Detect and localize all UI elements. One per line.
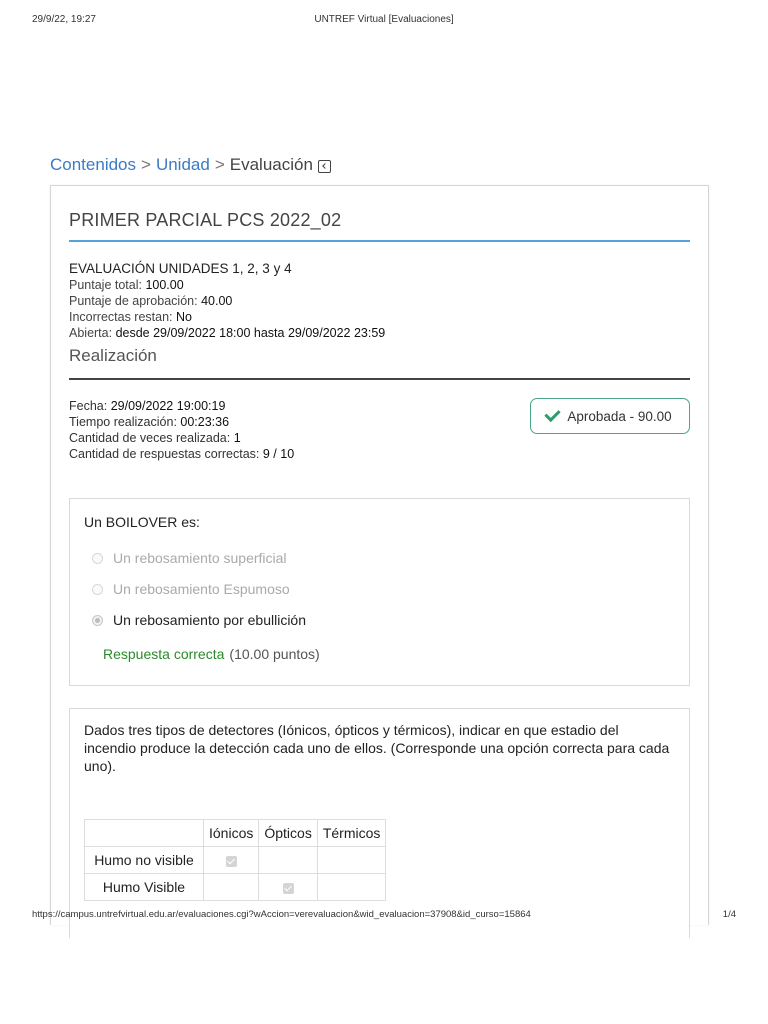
question-1-option-2[interactable]: Un rebosamiento Espumoso xyxy=(92,581,290,597)
table-cell[interactable] xyxy=(202,873,260,901)
table-cell[interactable] xyxy=(316,846,387,874)
question-1-option-3[interactable]: Un rebosamiento por ebullición xyxy=(92,612,306,628)
checkbox-checked-icon[interactable] xyxy=(282,882,294,894)
table-cell[interactable] xyxy=(258,873,318,901)
total-score-label: Puntaje total: xyxy=(69,278,142,292)
table-header-row: Iónicos Ópticos Térmicos xyxy=(84,819,387,847)
breadcrumb-current: Evaluación xyxy=(229,155,313,174)
attempt-time-label: Tiempo realización: xyxy=(69,415,177,429)
pass-score-row: Puntaje de aprobación: 40.00 xyxy=(69,293,385,309)
breadcrumb: Contenidos > Unidad > Evaluación xyxy=(50,155,331,175)
row-label: Humo Visible xyxy=(84,873,204,901)
table-row: Humo no visible xyxy=(84,846,387,874)
attempt-times-label: Cantidad de veces realizada: xyxy=(69,431,231,445)
print-title: UNTREF Virtual [Evaluaciones] xyxy=(314,14,454,25)
pass-score-label: Puntaje de aprobación: xyxy=(69,294,198,308)
evaluation-card: PRIMER PARCIAL PCS 2022_02 EVALUACIÓN UN… xyxy=(50,185,709,938)
option-label: Un rebosamiento superficial xyxy=(113,550,287,566)
wrong-subtract-value: No xyxy=(176,310,192,324)
table-cell[interactable] xyxy=(202,846,260,874)
attempt-correct-label: Cantidad de respuestas correctas: xyxy=(69,447,260,461)
column-header: Ópticos xyxy=(258,819,318,847)
attempt-correct-value: 9 / 10 xyxy=(262,447,295,461)
question-1: Un BOILOVER es: Un rebosamiento superfic… xyxy=(69,498,690,686)
question-2: Dados tres tipos de detectores (Iónicos,… xyxy=(69,708,690,938)
attempt-times-value: 1 xyxy=(233,431,241,445)
matching-table: Iónicos Ópticos Térmicos Humo no visible… xyxy=(84,819,387,901)
table-cell[interactable] xyxy=(258,846,318,874)
radio-checked-icon[interactable] xyxy=(92,614,103,626)
pass-score-value: 40.00 xyxy=(201,294,233,308)
total-score-row: Puntaje total: 100.00 xyxy=(69,277,385,293)
attempt-date-value: 29/09/2022 19:00:19 xyxy=(110,399,226,413)
breadcrumb-separator: > xyxy=(141,155,151,174)
open-row: Abierta: desde 29/09/2022 18:00 hasta 29… xyxy=(69,325,385,341)
print-header: 29/9/22, 19:27 UNTREF Virtual [Evaluacio… xyxy=(0,14,768,28)
radio-unchecked-icon[interactable] xyxy=(92,583,103,595)
column-header: Térmicos xyxy=(316,819,387,847)
status-badge: Aprobada - 90.00 xyxy=(530,398,690,434)
table-row: Humo Visible xyxy=(84,873,387,901)
print-page-number: 1/4 xyxy=(722,909,736,920)
exam-title: PRIMER PARCIAL PCS 2022_02 xyxy=(69,210,342,230)
open-label: Abierta: xyxy=(69,326,113,340)
exam-info: EVALUACIÓN UNIDADES 1, 2, 3 y 4 Puntaje … xyxy=(69,261,385,341)
title-divider xyxy=(69,240,690,242)
attempt-time-row: Tiempo realización: 00:23:36 xyxy=(69,414,294,430)
attempt-date-label: Fecha: xyxy=(69,399,108,413)
section-divider xyxy=(69,378,690,380)
wrong-subtract-label: Incorrectas restan: xyxy=(69,310,173,324)
table-cell[interactable] xyxy=(316,873,387,901)
column-header: Iónicos xyxy=(202,819,260,847)
question-1-option-1[interactable]: Un rebosamiento superficial xyxy=(92,550,287,566)
breadcrumb-contenidos[interactable]: Contenidos xyxy=(50,155,136,175)
attempt-correct-row: Cantidad de respuestas correctas: 9 / 10 xyxy=(69,446,294,462)
wrong-subtract-row: Incorrectas restan: No xyxy=(69,309,385,325)
question-1-feedback: Respuesta correcta (10.00 puntos) xyxy=(103,646,320,662)
row-label: Humo no visible xyxy=(84,846,204,874)
question-2-text: Dados tres tipos de detectores (Iónicos,… xyxy=(84,722,670,774)
print-url: https://campus.untrefvirtual.edu.ar/eval… xyxy=(32,909,531,920)
unit-title: EVALUACIÓN UNIDADES 1, 2, 3 y 4 xyxy=(69,261,292,276)
radio-unchecked-icon[interactable] xyxy=(92,552,103,564)
breadcrumb-separator: > xyxy=(214,155,225,174)
attempt-times-row: Cantidad de veces realizada: 1 xyxy=(69,430,294,446)
open-value: desde 29/09/2022 18:00 hasta 29/09/2022 … xyxy=(115,326,386,340)
checkbox-checked-icon[interactable] xyxy=(225,855,237,867)
status-text: Aprobada - 90.00 xyxy=(567,408,672,424)
option-label: Un rebosamiento Espumoso xyxy=(113,581,290,597)
attempt-time-value: 00:23:36 xyxy=(180,415,230,429)
breadcrumb-unidad[interactable]: Unidad xyxy=(156,155,210,175)
check-icon xyxy=(544,405,561,423)
option-label: Un rebosamiento por ebullición xyxy=(113,612,306,628)
section-title: Realización xyxy=(69,346,157,365)
feedback-points: (10.00 puntos) xyxy=(229,646,320,662)
back-icon[interactable] xyxy=(317,159,331,173)
feedback-correct: Respuesta correcta xyxy=(103,646,225,662)
attempt-date-row: Fecha: 29/09/2022 19:00:19 xyxy=(69,398,294,414)
attempt-info: Fecha: 29/09/2022 19:00:19 Tiempo realiz… xyxy=(69,398,294,462)
total-score-value: 100.00 xyxy=(145,278,184,292)
table-corner xyxy=(84,819,204,847)
question-1-text: Un BOILOVER es: xyxy=(84,514,200,530)
